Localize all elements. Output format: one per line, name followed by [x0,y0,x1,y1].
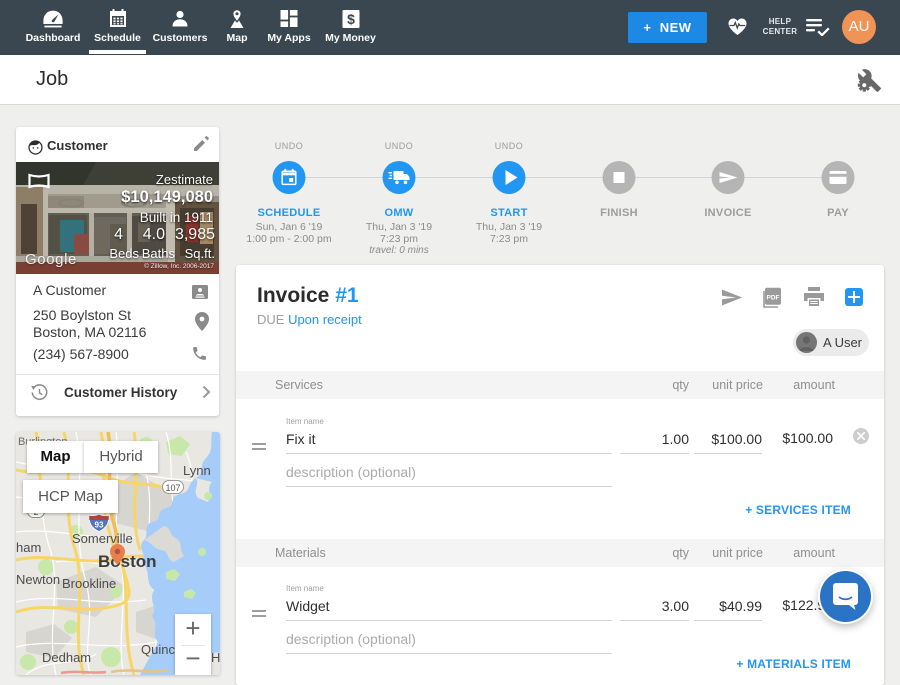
svg-text:$: $ [347,11,355,27]
svg-text:93: 93 [95,521,104,530]
svg-text:PDF: PDF [767,295,780,302]
